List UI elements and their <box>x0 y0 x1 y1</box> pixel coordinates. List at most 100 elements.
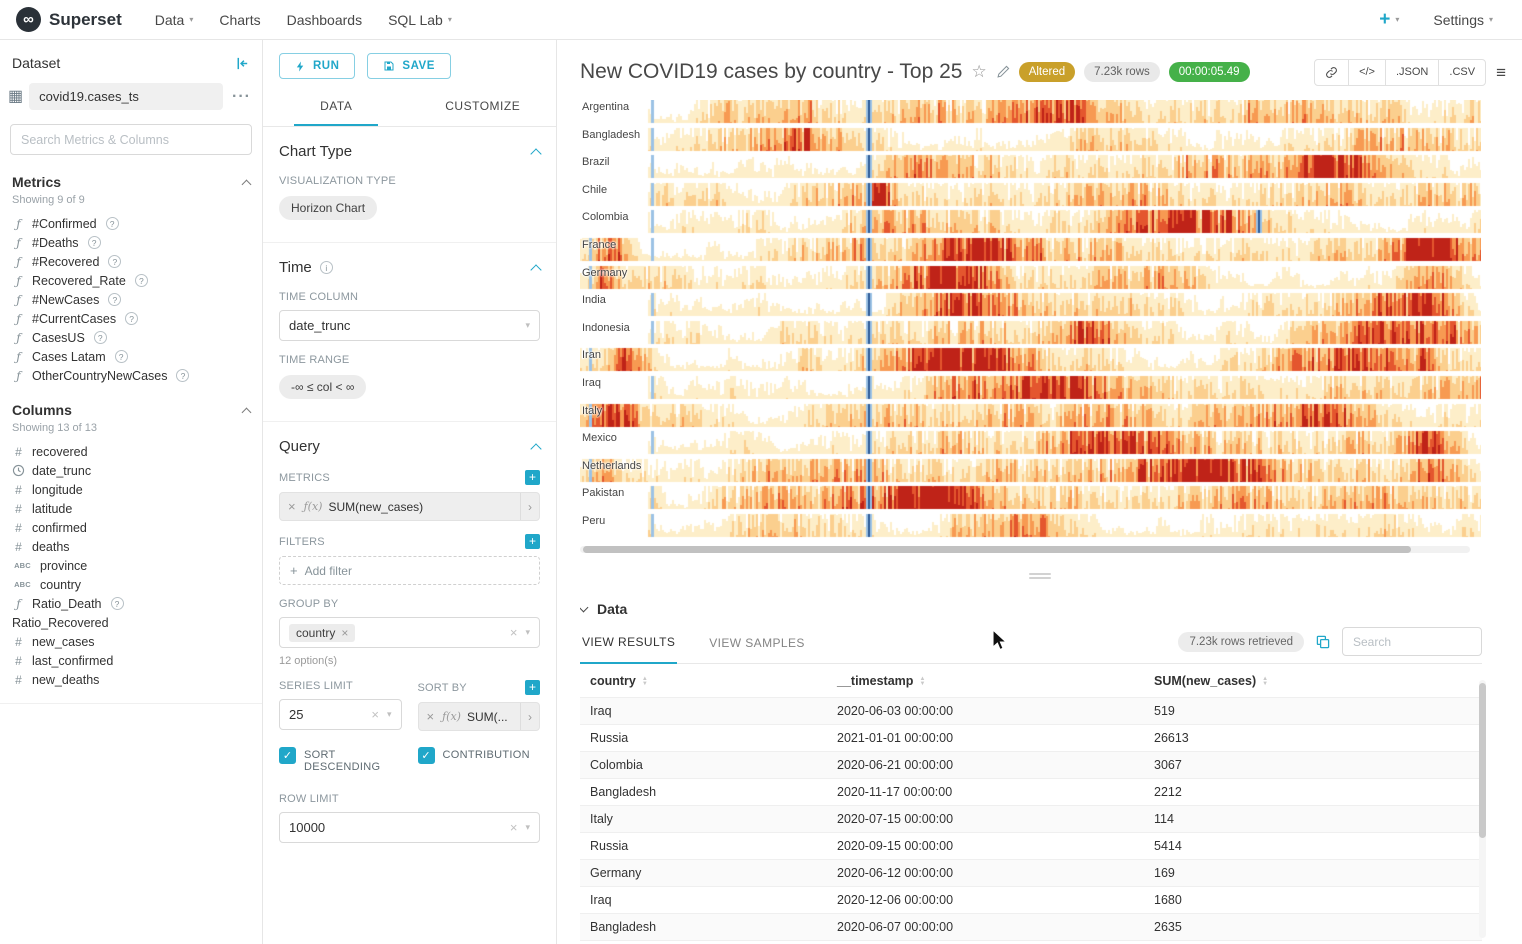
remove-icon[interactable]: × <box>427 709 435 724</box>
remove-icon[interactable]: × <box>288 499 296 514</box>
tab-view-results[interactable]: VIEW RESULTS <box>580 625 677 664</box>
add-filter-plus-button[interactable]: + <box>525 534 540 549</box>
metrics-section-header[interactable]: Metrics <box>0 157 262 192</box>
scrollbar-thumb[interactable] <box>583 546 1411 553</box>
add-filter-button[interactable]: + Add filter <box>279 556 540 585</box>
column-item[interactable]: Ratio_Recovered <box>0 613 262 632</box>
data-panel-toggle[interactable]: Data <box>580 588 1482 617</box>
metric-item[interactable]: ƒ#Recovered? <box>0 252 262 271</box>
column-header-country[interactable]: country▲▼ <box>580 664 827 698</box>
info-icon[interactable]: ? <box>135 274 148 287</box>
collapse-panel-icon[interactable] <box>235 56 250 71</box>
column-item[interactable]: ABCprovince <box>0 556 262 575</box>
add-metric-button[interactable]: + <box>525 470 540 485</box>
info-icon[interactable]: ? <box>176 369 189 382</box>
viz-type-value[interactable]: Horizon Chart <box>279 196 377 220</box>
info-icon[interactable]: ? <box>106 217 119 230</box>
column-item[interactable]: #new_deaths <box>0 670 262 689</box>
column-item[interactable]: ABCcountry <box>0 575 262 594</box>
info-icon[interactable]: ? <box>94 331 107 344</box>
sort-by-option[interactable]: × ƒ(x) SUM(... › <box>418 702 541 731</box>
dataset-name[interactable]: covid19.cases_ts <box>29 83 223 110</box>
metric-item[interactable]: ƒ#NewCases? <box>0 290 262 309</box>
export-json-button[interactable]: .JSON <box>1386 60 1439 85</box>
group-by-select[interactable]: country × × ▾ <box>279 617 540 648</box>
remove-icon[interactable]: × <box>341 626 348 640</box>
dataset-more-icon[interactable]: ··· <box>229 88 254 106</box>
column-item[interactable]: ƒRatio_Death? <box>0 594 262 613</box>
vertical-scrollbar[interactable] <box>1479 680 1486 938</box>
favorite-star-icon[interactable]: ☆ <box>971 62 986 82</box>
nav-charts[interactable]: Charts <box>206 0 273 40</box>
nav-sql-lab[interactable]: SQL Lab▾ <box>375 0 465 40</box>
run-button[interactable]: RUN <box>279 53 355 79</box>
copy-icon[interactable] <box>1315 634 1331 650</box>
table-cell: Italy <box>580 941 827 944</box>
nav-dashboards[interactable]: Dashboards <box>274 0 376 40</box>
metrics-columns-search-input[interactable] <box>10 124 252 155</box>
info-icon[interactable]: ? <box>125 312 138 325</box>
results-search-input[interactable] <box>1342 627 1482 656</box>
chart-type-section-toggle[interactable]: Chart Type <box>279 139 540 162</box>
info-icon[interactable]: ? <box>108 255 121 268</box>
info-icon[interactable]: ? <box>108 293 121 306</box>
export-csv-button[interactable]: .CSV <box>1439 60 1485 85</box>
scrollbar-thumb[interactable] <box>1479 683 1486 838</box>
add-sort-button[interactable]: + <box>525 680 540 695</box>
panel-resize-handle[interactable] <box>557 571 1522 581</box>
row-limit-select[interactable]: 10000 × ▾ <box>279 812 540 843</box>
info-icon[interactable]: ? <box>88 236 101 249</box>
column-item[interactable]: #new_cases <box>0 632 262 651</box>
columns-section-header[interactable]: Columns <box>0 385 262 420</box>
horizon-chart[interactable]: ArgentinaBangladeshBrazilChileColombiaFr… <box>580 100 1481 544</box>
column-header-sum-new-cases[interactable]: SUM(new_cases)▲▼ <box>1144 664 1482 698</box>
info-icon[interactable]: ? <box>111 597 124 610</box>
clear-icon[interactable]: × <box>510 820 518 835</box>
horizontal-scrollbar[interactable] <box>580 546 1470 553</box>
metric-item[interactable]: ƒ#CurrentCases? <box>0 309 262 328</box>
metric-item[interactable]: ƒOtherCountryNewCases? <box>0 366 262 385</box>
clear-icon[interactable]: × <box>510 625 518 640</box>
share-link-button[interactable] <box>1315 60 1349 85</box>
more-menu-icon[interactable]: ≡ <box>1496 64 1506 81</box>
time-column-select[interactable]: date_trunc ▾ <box>279 310 540 341</box>
column-header-timestamp[interactable]: __timestamp▲▼ <box>827 664 1144 698</box>
embed-code-button[interactable]: </> <box>1349 60 1386 85</box>
metric-item[interactable]: ƒCasesUS? <box>0 328 262 347</box>
column-item[interactable]: #confirmed <box>0 518 262 537</box>
time-range-value[interactable]: -∞ ≤ col < ∞ <box>279 375 366 399</box>
save-button[interactable]: SAVE <box>367 53 450 79</box>
settings-menu-button[interactable]: Settings▾ <box>1420 0 1506 40</box>
chevron-right-icon[interactable]: › <box>520 703 539 730</box>
clear-icon[interactable]: × <box>371 707 379 722</box>
metric-item[interactable]: ƒRecovered_Rate? <box>0 271 262 290</box>
superset-logo[interactable]: ∞ Superset <box>16 7 142 32</box>
tab-customize[interactable]: CUSTOMIZE <box>410 90 557 126</box>
nav-data[interactable]: Data▾ <box>142 0 207 40</box>
query-section-toggle[interactable]: Query <box>279 434 540 457</box>
column-item[interactable]: #deaths <box>0 537 262 556</box>
info-icon[interactable]: i <box>320 261 333 274</box>
sort-descending-checkbox[interactable]: ✓ SORT DESCENDING <box>279 747 402 773</box>
info-icon[interactable]: ? <box>115 350 128 363</box>
tab-data[interactable]: DATA <box>263 90 410 126</box>
group-by-chip[interactable]: country × <box>289 624 355 642</box>
metric-item[interactable]: ƒ#Deaths? <box>0 233 262 252</box>
contribution-checkbox[interactable]: ✓ CONTRIBUTION <box>418 747 541 773</box>
series-limit-select[interactable]: 25 × ▾ <box>279 699 402 730</box>
tab-view-samples[interactable]: VIEW SAMPLES <box>707 626 807 663</box>
metric-option[interactable]: × ƒ(x) SUM(new_cases) › <box>279 492 540 521</box>
column-item[interactable]: #recovered <box>0 442 262 461</box>
metric-item[interactable]: ƒCases Latam? <box>0 347 262 366</box>
metric-item[interactable]: ƒ#Confirmed? <box>0 214 262 233</box>
time-section-toggle[interactable]: Time i <box>279 255 540 278</box>
chevron-right-icon[interactable]: › <box>520 493 539 520</box>
new-menu-button[interactable]: +▾ <box>1366 0 1412 40</box>
altered-badge[interactable]: Altered <box>1019 62 1075 82</box>
metric-name: Cases Latam <box>32 350 106 364</box>
column-item[interactable]: #last_confirmed <box>0 651 262 670</box>
column-item[interactable]: date_trunc <box>0 461 262 480</box>
edit-title-icon[interactable] <box>996 65 1010 79</box>
column-item[interactable]: #latitude <box>0 499 262 518</box>
column-item[interactable]: #longitude <box>0 480 262 499</box>
